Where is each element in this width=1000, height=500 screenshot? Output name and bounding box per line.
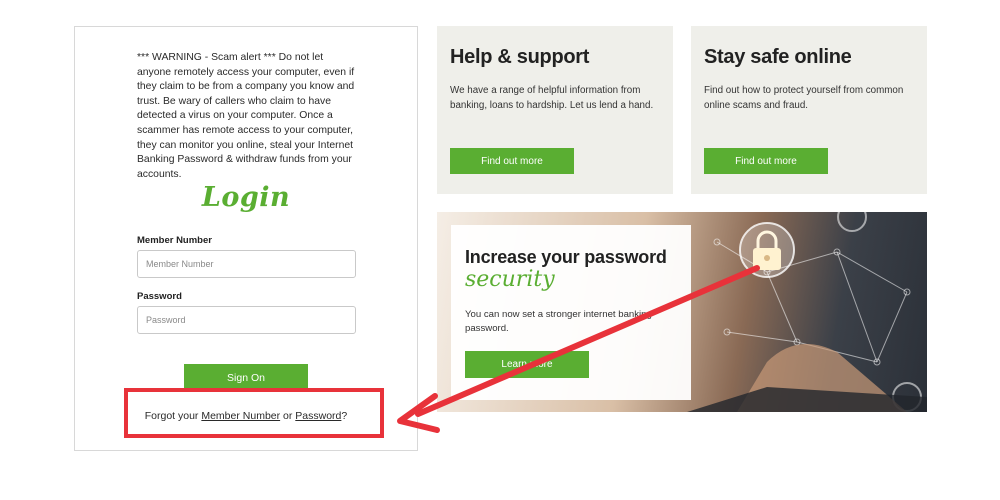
highlight-box [124, 388, 384, 438]
help-find-out-more-button[interactable]: Find out more [450, 148, 574, 174]
padlock-icon [739, 222, 795, 278]
login-title: Login [201, 182, 291, 213]
learn-more-button[interactable]: Learn more [465, 351, 589, 378]
banner-content-card: Increase your password security You can … [451, 225, 691, 400]
stay-safe-panel: Stay safe online Find out how to protect… [691, 26, 927, 194]
password-security-banner: Increase your password security You can … [437, 212, 927, 412]
safe-find-out-more-button[interactable]: Find out more [704, 148, 828, 174]
password-input[interactable] [137, 306, 356, 334]
stay-safe-title: Stay safe online [704, 46, 852, 68]
help-support-title: Help & support [450, 46, 590, 68]
banner-script-word: security [465, 267, 555, 292]
member-number-label: Member Number [137, 235, 212, 246]
stay-safe-body: Find out how to protect yourself from co… [704, 85, 904, 111]
member-number-input[interactable] [137, 250, 356, 278]
banner-title: Increase your password [465, 247, 667, 267]
sign-on-button[interactable]: Sign On [184, 364, 308, 391]
scam-warning-text: *** WARNING - Scam alert *** Do not let … [137, 52, 355, 180]
banner-body: You can now set a stronger internet bank… [465, 309, 652, 334]
help-support-body: We have a range of helpful information f… [450, 85, 654, 111]
help-support-panel: Help & support We have a range of helpfu… [437, 26, 673, 194]
password-label: Password [137, 291, 182, 302]
